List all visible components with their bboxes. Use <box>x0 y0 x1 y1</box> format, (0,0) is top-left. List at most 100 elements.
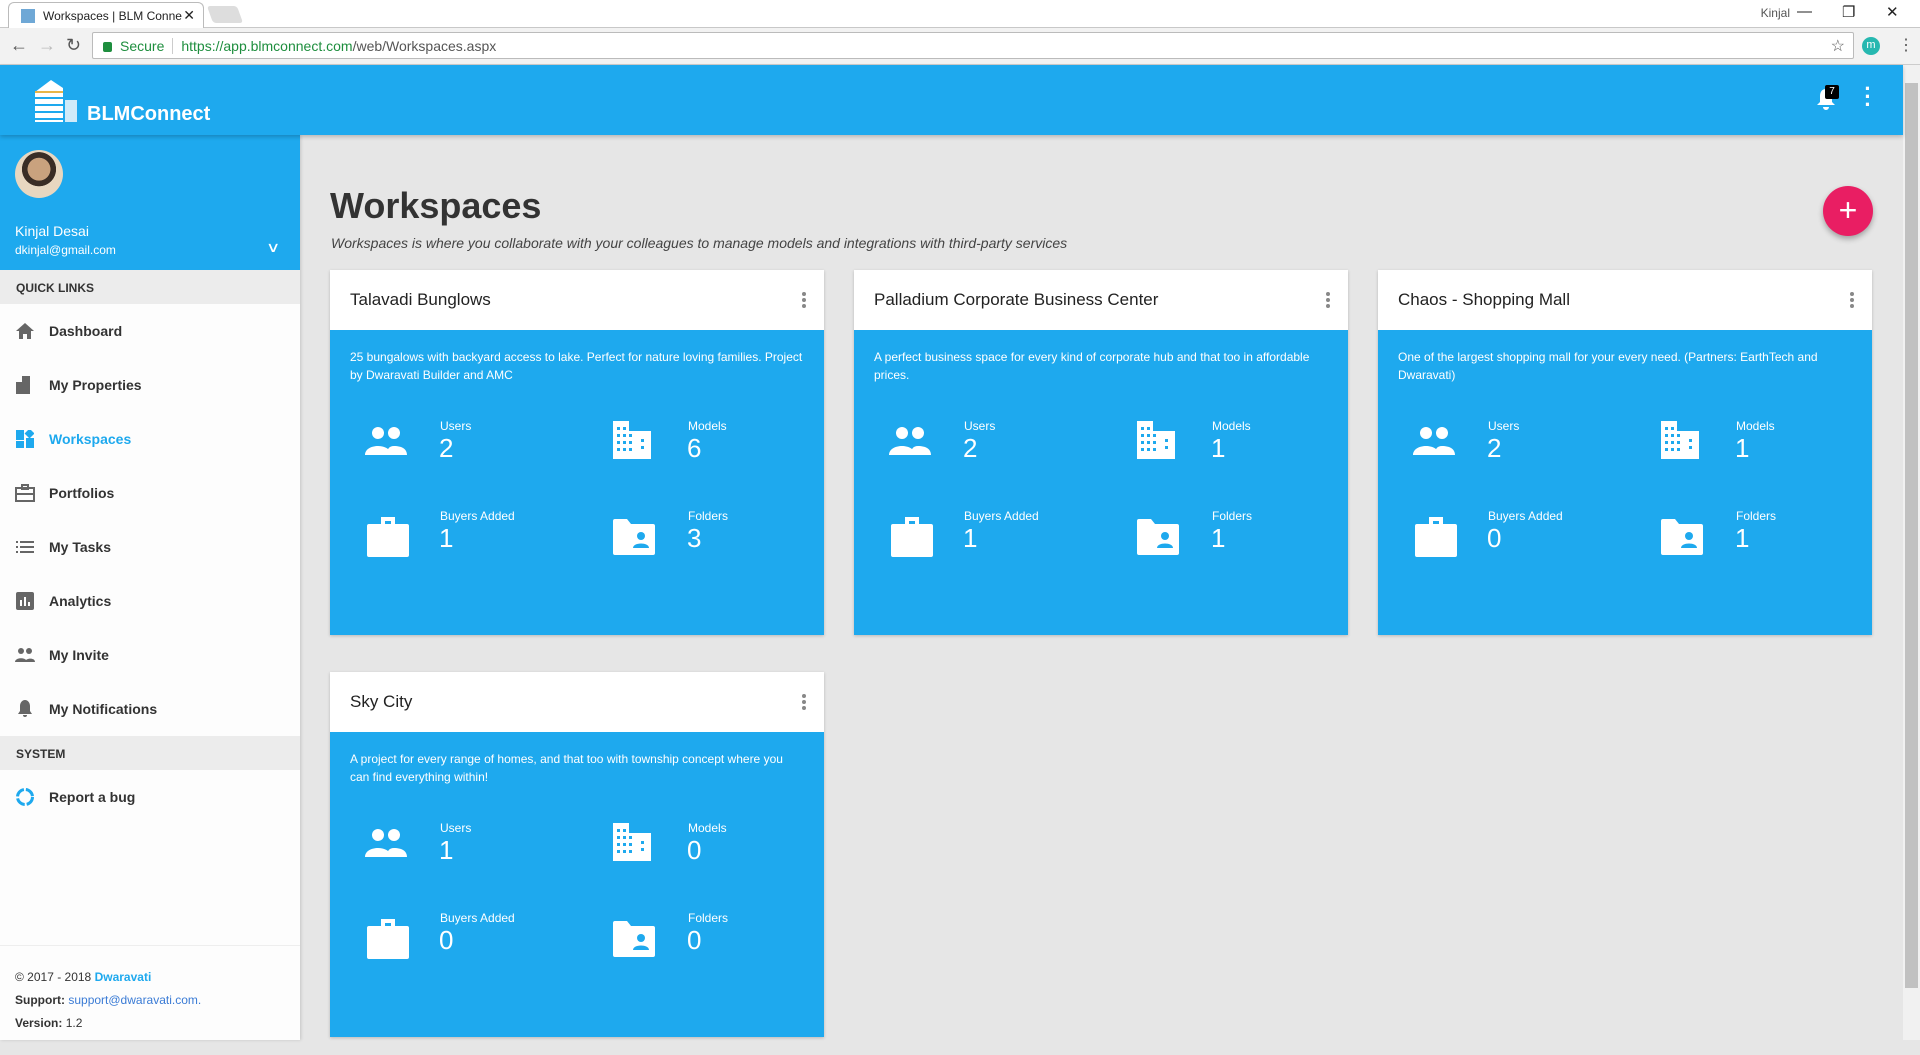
url-host: https://app.blmconnect.com <box>181 38 353 54</box>
workspace-name[interactable]: Sky City <box>350 692 412 711</box>
window-user[interactable]: Kinjal <box>1761 6 1790 20</box>
folders-value: 0 <box>687 925 702 955</box>
app-header: BLMConnect 7 · · · <box>0 65 1903 135</box>
chart-icon <box>15 591 35 611</box>
bell-icon <box>15 699 35 719</box>
folders-stat: Folders 1 <box>1626 509 1872 599</box>
users-label: Users <box>440 821 472 835</box>
chevron-down-icon[interactable]: ∨ <box>266 239 280 256</box>
users-value: 2 <box>963 433 978 463</box>
app-menu-icon[interactable]: · · · <box>1862 78 1874 116</box>
workspace-description: A project for every range of homes, and … <box>350 752 783 784</box>
models-label: Models <box>1736 419 1775 433</box>
sidebar-item-analytics[interactable]: Analytics <box>0 574 300 628</box>
bug-report-icon <box>15 787 35 807</box>
restore-icon[interactable]: ❐ <box>1842 3 1855 21</box>
add-workspace-button[interactable]: + <box>1823 186 1873 236</box>
workspace-card[interactable]: Palladium Corporate Business Center A pe… <box>854 270 1348 635</box>
back-icon[interactable]: ← <box>10 35 28 56</box>
workspace-name[interactable]: Palladium Corporate Business Center <box>874 290 1158 309</box>
extension-icon[interactable]: m <box>1862 37 1880 55</box>
sidebar-item-my-tasks[interactable]: My Tasks <box>0 520 300 574</box>
sidebar-item-portfolios[interactable]: Portfolios <box>0 466 300 520</box>
workspace-card[interactable]: Chaos - Shopping Mall One of the largest… <box>1378 270 1872 635</box>
users-stat: Users 1 <box>330 821 578 911</box>
new-tab-button[interactable] <box>206 6 244 23</box>
folders-value: 1 <box>1735 523 1750 553</box>
users-label: Users <box>964 419 996 433</box>
company-link[interactable]: Dwaravati <box>95 970 152 984</box>
models-stat: Models 1 <box>1102 419 1348 509</box>
shared-folder-icon <box>613 519 655 555</box>
card-menu-icon[interactable] <box>802 694 806 712</box>
workspace-name[interactable]: Chaos - Shopping Mall <box>1398 290 1570 309</box>
folders-stat: Folders 0 <box>578 911 824 1001</box>
buyers-label: Buyers Added <box>1488 509 1563 523</box>
models-stat: Models 6 <box>578 419 824 509</box>
users-stat: Users 2 <box>1378 419 1626 509</box>
buyers-stat: Buyers Added 0 <box>1378 509 1626 599</box>
sidebar-item-my-invite[interactable]: My Invite <box>0 628 300 682</box>
briefcase-icon <box>367 517 409 557</box>
card-menu-icon[interactable] <box>802 292 806 310</box>
notification-count-badge: 7 <box>1825 85 1839 99</box>
favicon-icon <box>21 9 35 23</box>
buyers-stat: Buyers Added 1 <box>330 509 578 599</box>
scrollbar-thumb[interactable] <box>1905 83 1918 988</box>
sidebar-item-my-notifications[interactable]: My Notifications <box>0 682 300 736</box>
briefcase-icon <box>1415 517 1457 557</box>
user-profile: Kinjal Desai dkinjal@gmail.com ∨ <box>0 135 300 270</box>
users-value: 2 <box>439 433 454 463</box>
models-label: Models <box>688 419 727 433</box>
browser-toolbar: ← → ↻ Secure https://app.blmconnect.com/w… <box>0 28 1920 65</box>
close-tab-icon[interactable]: ✕ <box>183 7 195 24</box>
sidebar-item-dashboard[interactable]: Dashboard <box>0 304 300 358</box>
models-stat: Models 1 <box>1626 419 1872 509</box>
sidebar-item-workspaces[interactable]: Workspaces <box>0 412 300 466</box>
models-building-icon <box>1137 421 1175 459</box>
users-stat: Users 2 <box>330 419 578 509</box>
browser-menu-icon[interactable]: ⋮ <box>1898 35 1914 55</box>
briefcase-icon <box>367 919 409 959</box>
avatar[interactable] <box>15 150 63 198</box>
copyright: © 2017 - 2018 <box>15 970 95 984</box>
url-path: /web/Workspaces.aspx <box>352 38 497 54</box>
models-value: 6 <box>687 433 702 463</box>
folders-label: Folders <box>1212 509 1253 523</box>
support-email-link[interactable]: support@dwaravati.com. <box>68 993 201 1007</box>
forward-icon[interactable]: → <box>38 35 56 56</box>
card-menu-icon[interactable] <box>1326 292 1330 310</box>
sidebar-item-label: My Tasks <box>49 539 111 555</box>
secure-label: Secure <box>120 38 174 54</box>
sidebar-item-my-properties[interactable]: My Properties <box>0 358 300 412</box>
user-email: dkinjal@gmail.com <box>15 243 116 257</box>
models-stat: Models 0 <box>578 821 824 911</box>
workspace-card[interactable]: Sky City A project for every range of ho… <box>330 672 824 1037</box>
browser-tab[interactable]: Workspaces | BLM Conne ✕ <box>8 2 204 29</box>
folders-stat: Folders 3 <box>578 509 824 599</box>
users-value: 1 <box>439 835 454 865</box>
close-window-icon[interactable]: ✕ <box>1886 3 1899 21</box>
minimize-icon[interactable]: — <box>1797 3 1812 20</box>
folders-label: Folders <box>688 911 729 925</box>
buyers-value: 0 <box>439 925 454 955</box>
models-building-icon <box>1661 421 1699 459</box>
workspace-card[interactable]: Talavadi Bunglows 25 bungalows with back… <box>330 270 824 635</box>
sidebar-item-report-bug[interactable]: Report a bug <box>0 770 300 824</box>
address-bar[interactable]: Secure https://app.blmconnect.com/web/Wor… <box>92 32 1854 59</box>
briefcase-icon <box>15 483 35 503</box>
folders-value: 1 <box>1211 523 1226 553</box>
users-stat: Users 2 <box>854 419 1102 509</box>
sidebar-item-label: Portfolios <box>49 485 115 501</box>
bookmark-star-icon[interactable]: ☆ <box>1831 36 1845 56</box>
workspace-name[interactable]: Talavadi Bunglows <box>350 290 491 309</box>
shared-folder-icon <box>1661 519 1703 555</box>
list-icon <box>15 537 35 557</box>
reload-icon[interactable]: ↻ <box>66 35 81 56</box>
sidebar: Kinjal Desai dkinjal@gmail.com ∨ QUICK L… <box>0 135 300 1040</box>
models-label: Models <box>688 821 727 835</box>
page-scrollbar[interactable] <box>1903 65 1920 1040</box>
card-menu-icon[interactable] <box>1850 292 1854 310</box>
quick-links-header: QUICK LINKS <box>0 270 300 304</box>
users-value: 2 <box>1487 433 1502 463</box>
